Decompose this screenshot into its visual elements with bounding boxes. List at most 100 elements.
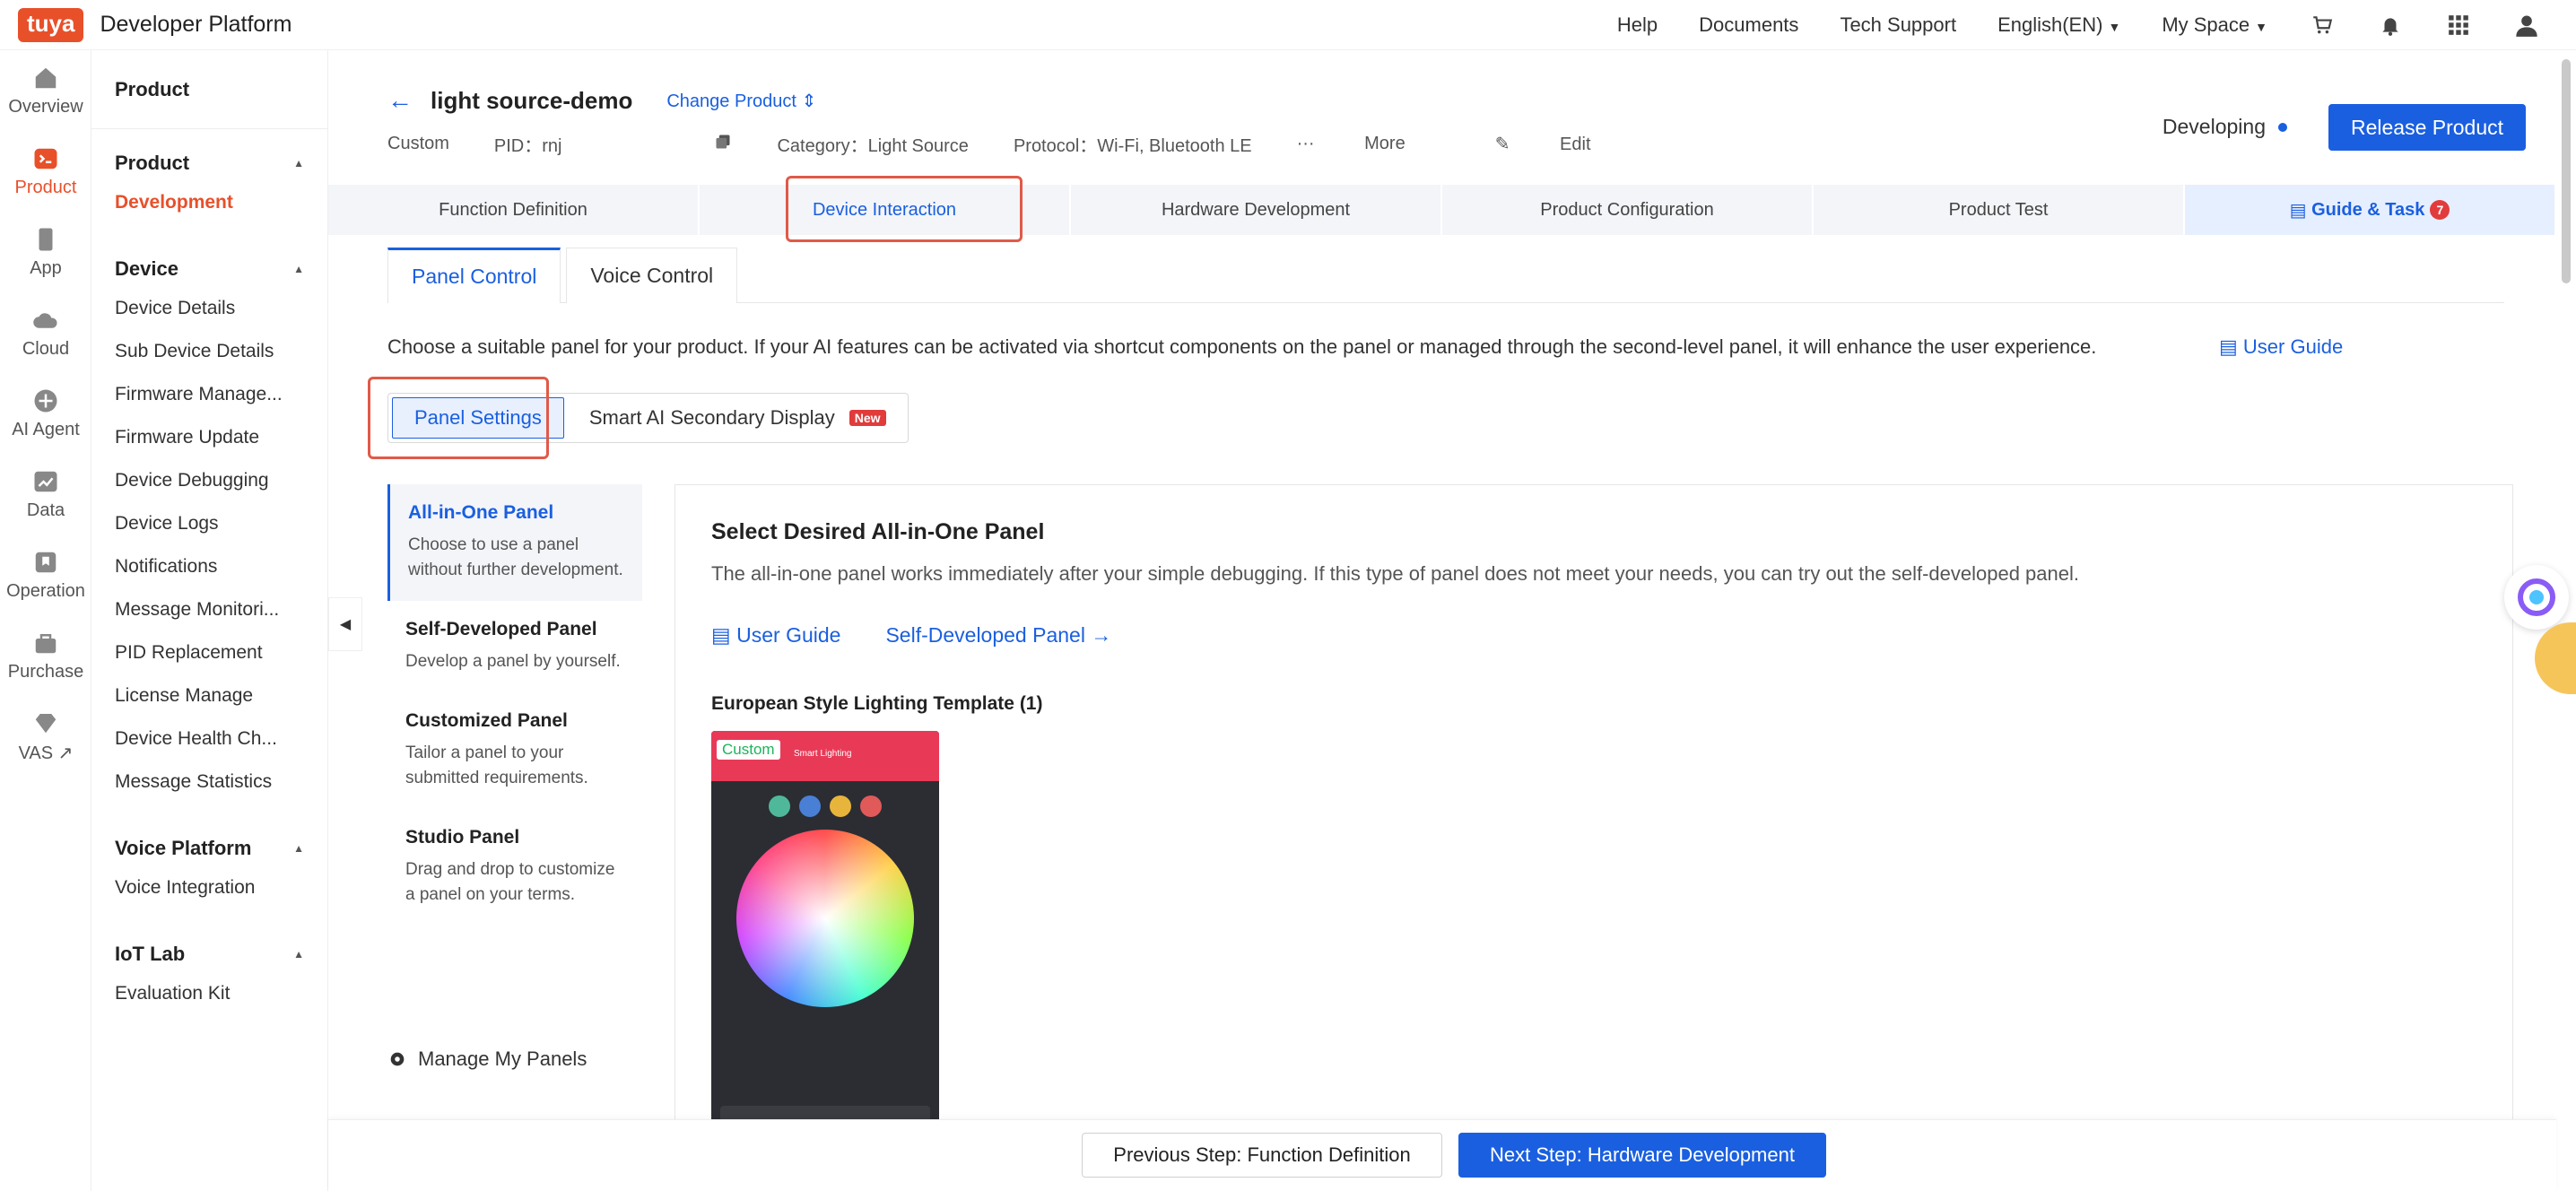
previous-step-button[interactable]: Previous Step: Function Definition [1082, 1133, 1442, 1178]
link-label: Self-Developed Panel [885, 623, 1085, 647]
sidebar-item-device-health[interactable]: Device Health Ch... [91, 717, 327, 761]
sidebar-item-device-details[interactable]: Device Details [91, 287, 327, 330]
release-product-button[interactable]: Release Product [2328, 104, 2526, 151]
product-category: Category：Light Source [777, 136, 969, 156]
rail-label: Product [14, 177, 77, 197]
panel-type-title: Customized Panel [405, 710, 568, 731]
more-button[interactable]: ··· More [1297, 134, 1450, 154]
rail-ai-agent[interactable]: AI Agent [0, 373, 91, 454]
back-arrow-icon[interactable]: ← [387, 86, 413, 115]
panel-type-self-developed[interactable]: Self-Developed Panel Develop a panel by … [387, 601, 642, 692]
rail-purchase[interactable]: Purchase [0, 615, 91, 696]
sidebar-item-device-debugging[interactable]: Device Debugging [91, 459, 327, 502]
rail-overview[interactable]: Overview [0, 50, 91, 131]
tab-voice-control[interactable]: Voice Control [566, 248, 738, 303]
content-title: Select Desired All-in-One Panel [711, 519, 1045, 544]
group-title: Product [115, 152, 190, 174]
top-bar: tuya Developer Platform Help Documents T… [0, 0, 2576, 50]
rail-product[interactable]: Product [0, 131, 91, 212]
sidebar-group-product[interactable]: Product ▲ [91, 145, 327, 181]
panel-type-customized[interactable]: Customized Panel Tailor a panel to your … [387, 692, 642, 809]
sidebar-item-license-manage[interactable]: License Manage [91, 674, 327, 717]
sidebar-item-voice-integration[interactable]: Voice Integration [91, 866, 327, 909]
sidebar-item-message-monitoring[interactable]: Message Monitori... [91, 588, 327, 631]
help-link[interactable]: Help [1617, 13, 1658, 37]
bottom-bar: Previous Step: Function Definition Next … [328, 1119, 2556, 1191]
user-icon[interactable] [2513, 12, 2540, 39]
sidebar-item-pid-replacement[interactable]: PID Replacement [91, 631, 327, 674]
pencil-icon: ✎ [1494, 135, 1510, 154]
step-bar: Function Definition Device Interaction H… [328, 185, 2556, 235]
cloud-icon [33, 312, 57, 328]
rail-label: Purchase [7, 661, 84, 682]
product-protocol: Protocol：Wi-Fi, Bluetooth LE [1013, 136, 1252, 156]
page-scrollbar[interactable] [2562, 59, 2571, 283]
cart-icon[interactable] [2309, 12, 2336, 39]
rail-data[interactable]: Data [0, 454, 91, 535]
language-select[interactable]: English(EN) ▼ [1997, 13, 2120, 37]
rail-label: Cloud [22, 338, 70, 359]
documents-link[interactable]: Documents [1699, 13, 1798, 37]
rail-vas[interactable]: VAS ↗ [0, 696, 91, 777]
sidebar-item-firmware-update[interactable]: Firmware Update [91, 416, 327, 459]
step-product-test[interactable]: Product Test [1814, 185, 2185, 235]
step-function-definition[interactable]: Function Definition [328, 185, 700, 235]
template-preview[interactable]: Custom Smart Lighting ⏻ ● ◉ ♫ ▦ [711, 731, 939, 1152]
tech-support-link[interactable]: Tech Support [1840, 13, 1956, 37]
copy-icon[interactable] [714, 133, 732, 156]
bell-icon[interactable] [2377, 12, 2404, 39]
smart-ai-display-button[interactable]: Smart AI Secondary Display New [568, 394, 908, 442]
product-pid: PID：rnj [493, 136, 562, 156]
preview-title: Smart Lighting [794, 749, 852, 759]
ai-assistant-icon[interactable] [2504, 565, 2569, 630]
sidebar-item-message-statistics[interactable]: Message Statistics [91, 761, 327, 804]
rail-app[interactable]: App [0, 212, 91, 292]
tab-panel-control[interactable]: Panel Control [387, 248, 561, 303]
panel-type-studio[interactable]: Studio Panel Drag and drop to customize … [387, 809, 642, 926]
manage-my-panels-link[interactable]: Manage My Panels [387, 1048, 587, 1071]
sidebar-item-evaluation-kit[interactable]: Evaluation Kit [91, 972, 327, 1015]
group-title: Voice Platform [115, 837, 252, 859]
custom-tag: Custom [717, 740, 780, 760]
sidebar-group-voice-platform[interactable]: Voice Platform ▲ [91, 830, 327, 866]
smart-ai-label: Smart AI Secondary Display [588, 406, 835, 429]
sidebar-group-device[interactable]: Device ▲ [91, 251, 327, 287]
product-name: light source-demo [431, 86, 633, 114]
caret-up-icon: ▲ [293, 948, 304, 961]
apps-grid-icon[interactable] [2445, 12, 2472, 39]
sidebar-item-sub-device-details[interactable]: Sub Device Details [91, 330, 327, 373]
color-swatch [830, 795, 851, 817]
guide-task-button[interactable]: ▤ Guide & Task 7 [2185, 185, 2556, 235]
my-space-label: My Space [2162, 13, 2250, 36]
tuya-logo[interactable]: tuya [18, 7, 84, 42]
rail-operation[interactable]: Operation [0, 535, 91, 615]
product-header: ← light source-demo Change Product ⇕ [387, 86, 816, 115]
sidebar-item-development[interactable]: Development [91, 181, 327, 224]
step-product-configuration[interactable]: Product Configuration [1442, 185, 1814, 235]
content-user-guide-link[interactable]: ▤ User Guide [711, 623, 840, 648]
sidebar-group-iot-lab[interactable]: IoT Lab ▲ [91, 936, 327, 972]
change-product-link[interactable]: Change Product ⇕ [666, 90, 816, 112]
phone-icon [39, 228, 53, 250]
sidebar-item-notifications[interactable]: Notifications [91, 545, 327, 588]
icon-rail: Overview Product App Cloud AI Agent Data… [0, 50, 91, 1191]
panel-type-all-in-one[interactable]: All-in-One Panel Choose to use a panel w… [387, 484, 642, 601]
top-nav: Help Documents Tech Support English(EN) ▼… [1617, 0, 2540, 50]
next-step-button[interactable]: Next Step: Hardware Development [1458, 1133, 1826, 1178]
my-space-menu[interactable]: My Space ▼ [2162, 13, 2267, 37]
caret-down-icon: ▼ [2108, 20, 2121, 34]
caret-up-icon: ▲ [293, 842, 304, 855]
sidebar-item-firmware-manage[interactable]: Firmware Manage... [91, 373, 327, 416]
rail-label: Data [26, 500, 65, 520]
rail-cloud[interactable]: Cloud [0, 292, 91, 373]
edit-button[interactable]: ✎ Edit [1495, 133, 1636, 155]
product-type: Custom [387, 134, 449, 153]
self-developed-panel-link[interactable]: Self-Developed Panel → [885, 623, 1111, 648]
rail-label: AI Agent [12, 419, 80, 439]
user-guide-link[interactable]: ▤ User Guide [2219, 335, 2343, 359]
rail-label: Overview [8, 96, 83, 117]
step-hardware-development[interactable]: Hardware Development [1071, 185, 1442, 235]
rail-label: Operation [6, 580, 85, 601]
sidebar-item-device-logs[interactable]: Device Logs [91, 502, 327, 545]
edit-label: Edit [1560, 135, 1591, 154]
